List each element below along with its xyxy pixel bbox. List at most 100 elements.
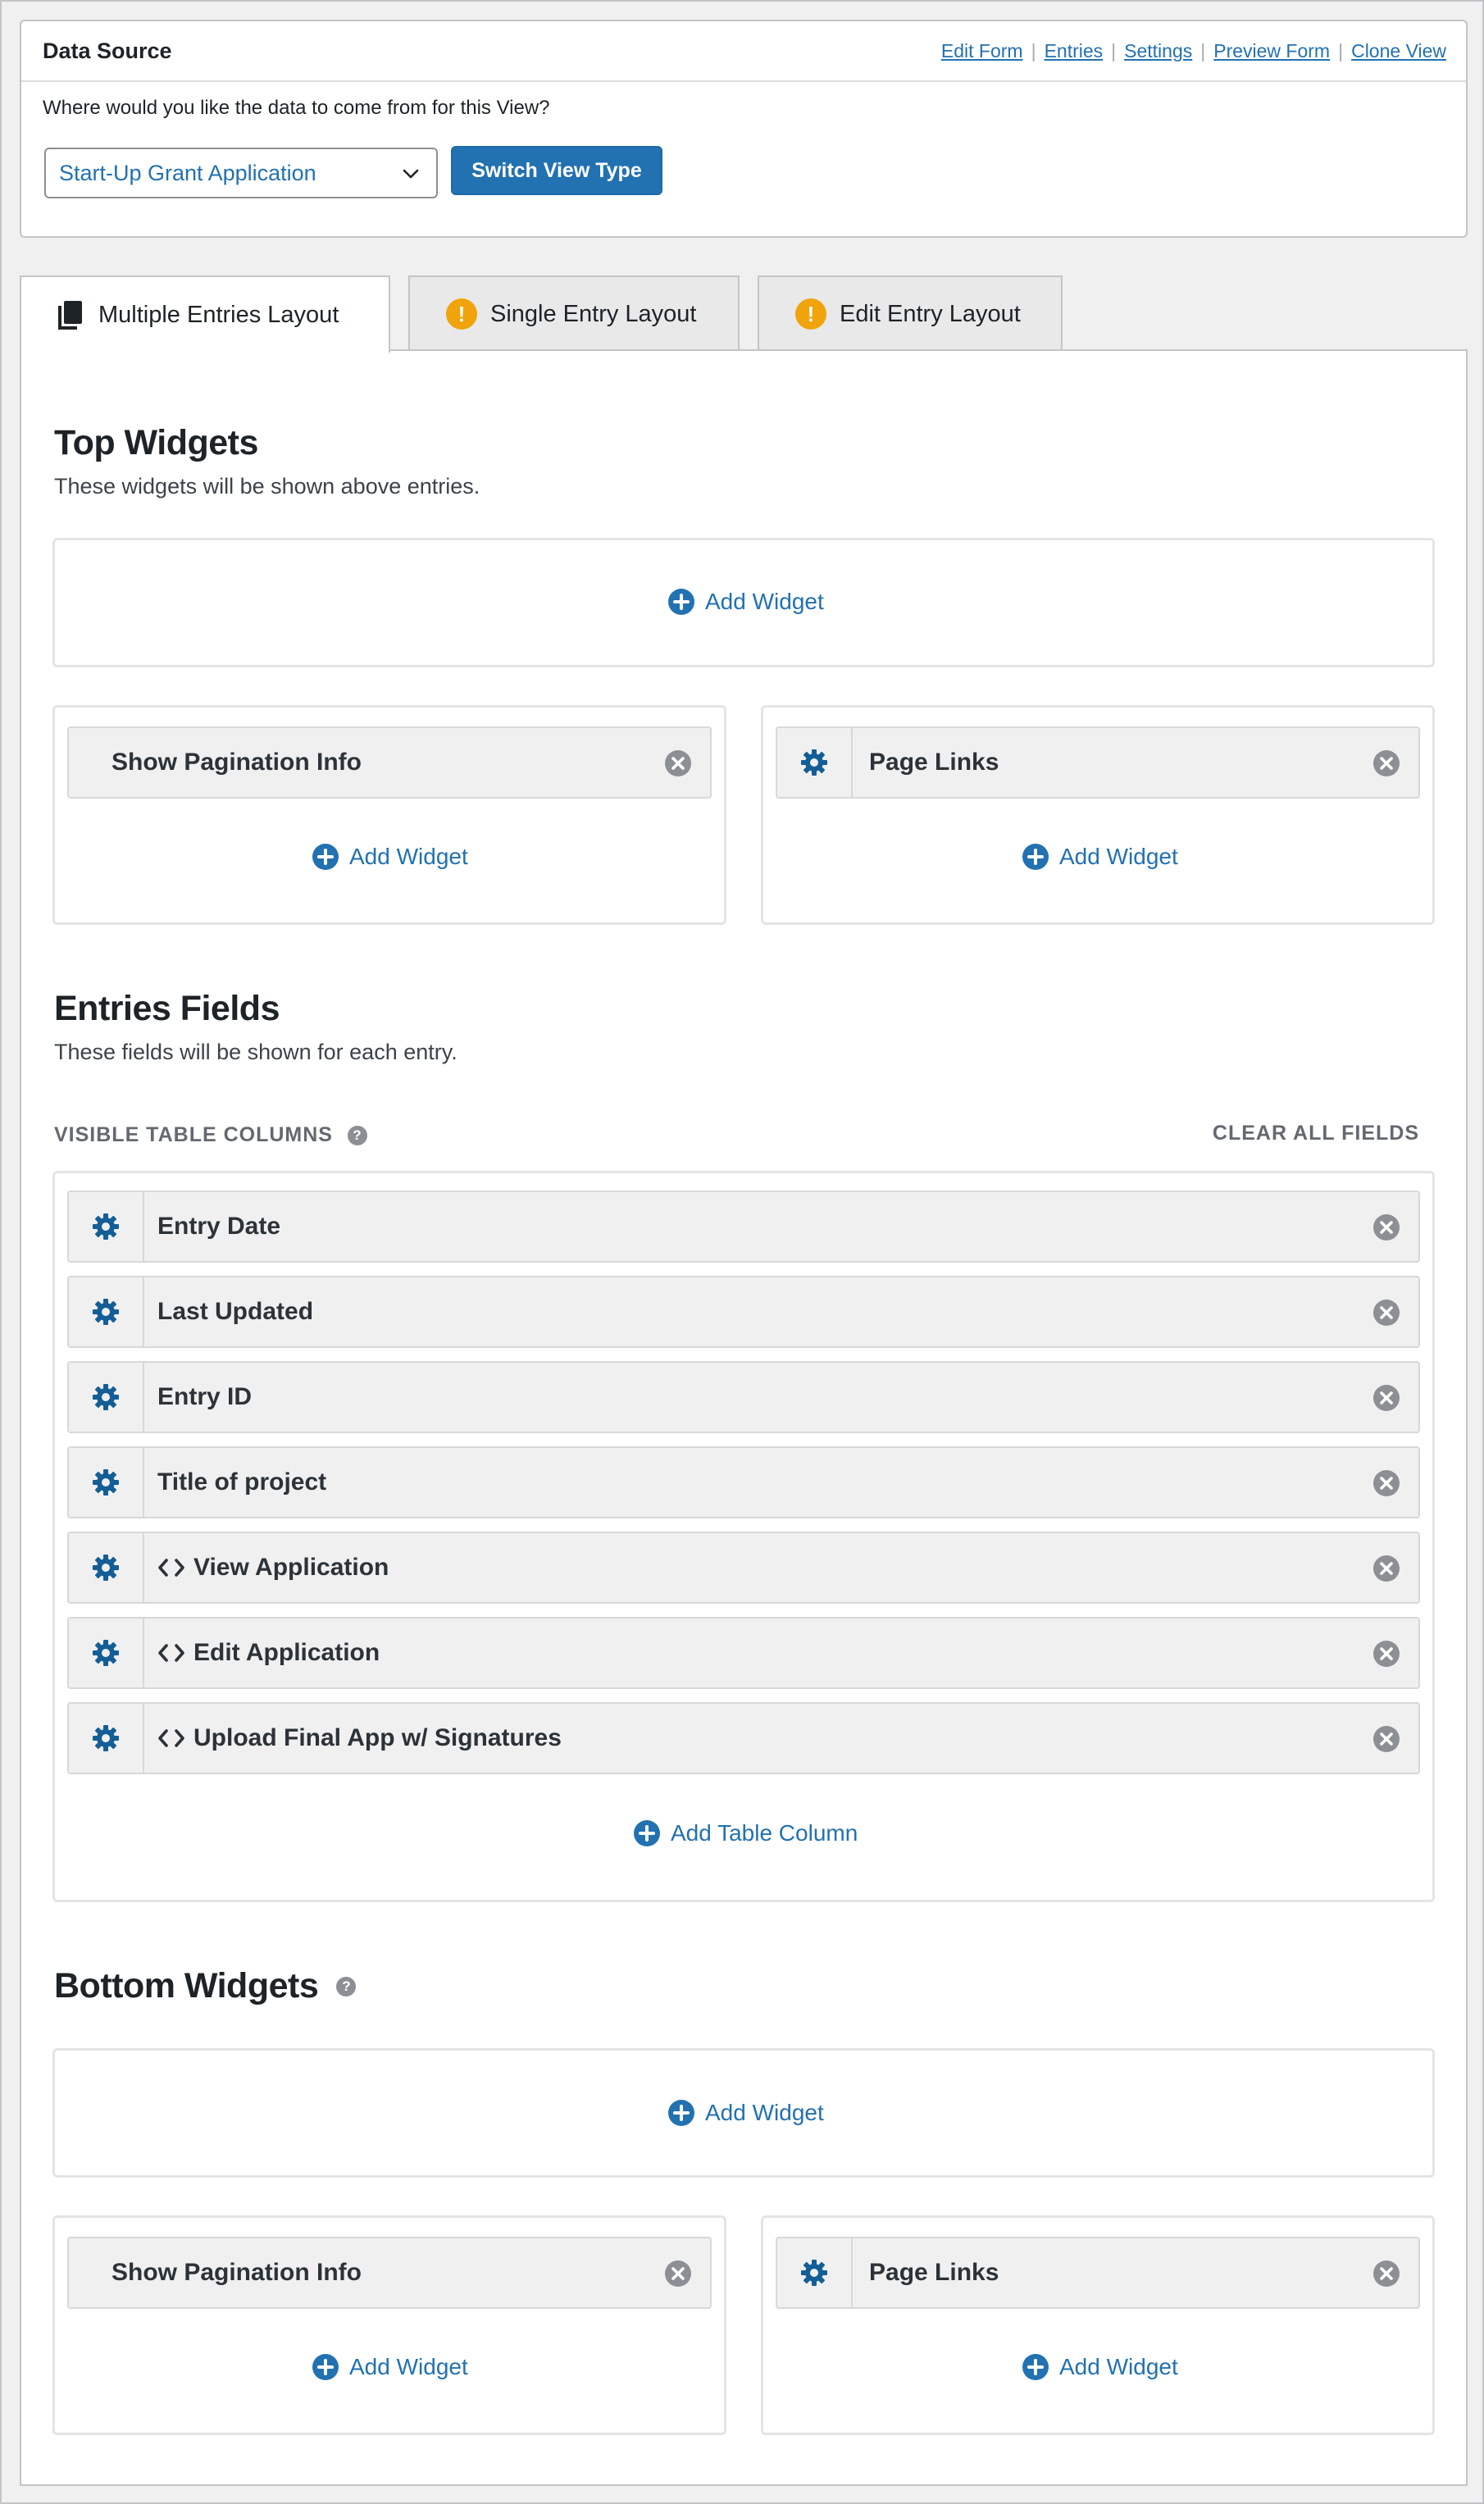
widget-show-pagination-info[interactable]: Show Pagination Info [67,726,712,799]
close-icon[interactable] [1372,1725,1400,1757]
link-separator: | [1338,39,1344,61]
field-label: Edit Application [157,1639,380,1667]
plus-circle-icon [312,2353,339,2381]
add-widget-label: Add Widget [705,589,824,614]
plus-circle-icon [1022,2353,1049,2381]
gear-icon[interactable] [777,728,853,797]
field-row[interactable]: Upload Final App w/ Signatures [67,1702,1420,1774]
plus-circle-icon [667,588,695,616]
field-label-text: Entry Date [157,1213,281,1240]
field-label: Entry ID [157,1383,252,1411]
gear-icon[interactable] [69,1704,144,1773]
plus-circle-icon [633,1819,661,1847]
field-label-text: Entry ID [157,1383,253,1410]
settings-link[interactable]: Settings [1124,40,1192,62]
tab-label: Multiple Entries Layout [98,301,339,328]
add-widget-button[interactable]: Add Widget [312,2353,468,2381]
widget-page-links[interactable]: Page Links [776,726,1420,799]
add-table-column-label: Add Table Column [671,1820,858,1846]
entries-link[interactable]: Entries [1045,40,1104,62]
field-row[interactable]: Title of project [67,1446,1420,1518]
data-source-panel: Data Source Edit Form | Entries | Settin… [20,20,1468,238]
tab-single-entry[interactable]: ! Single Entry Layout [408,275,740,351]
field-label: Title of project [157,1468,326,1496]
warning-icon: ! [446,298,477,330]
edit-form-link[interactable]: Edit Form [941,40,1023,62]
bottom-widgets-title: Bottom Widgets ? [54,1966,357,2006]
add-widget-button[interactable]: Add Widget [667,2099,824,2127]
gear-icon[interactable] [69,1192,144,1261]
add-widget-button[interactable]: Add Widget [1022,2353,1178,2381]
help-icon[interactable]: ? [336,1976,357,1996]
tab-edit-entry[interactable]: ! Edit Entry Layout [758,275,1063,351]
add-table-column-button[interactable]: Add Table Column [633,1819,858,1847]
preview-form-link[interactable]: Preview Form [1213,40,1330,62]
close-icon[interactable] [1372,1555,1400,1587]
plus-circle-icon [667,2099,695,2127]
add-widget-button[interactable]: Add Widget [1022,843,1178,871]
widget-label: Show Pagination Info [112,749,362,776]
top-widgets-title: Top Widgets [54,423,258,462]
add-widget-button[interactable]: Add Widget [667,588,824,616]
link-separator: | [1200,39,1206,61]
widget-label: Show Pagination Info [112,2259,362,2286]
field-label: Upload Final App w/ Signatures [157,1724,562,1752]
close-icon[interactable] [1372,1213,1400,1245]
gear-icon[interactable] [69,1618,144,1687]
plus-circle-icon [1022,843,1049,871]
help-icon[interactable]: ? [347,1125,367,1145]
gear-icon[interactable] [69,1277,144,1346]
field-label: Entry Date [157,1213,280,1241]
entries-fields-title: Entries Fields [54,989,280,1028]
field-label-text: View Application [193,1554,389,1581]
field-row[interactable]: View Application [67,1532,1420,1604]
plus-circle-icon [312,843,339,871]
close-icon[interactable] [1372,2260,1400,2292]
close-icon[interactable] [664,2260,692,2292]
field-row[interactable]: Edit Application [67,1617,1420,1689]
data-source-question: Where would you like the data to come fr… [43,97,550,119]
form-select-value: Start-Up Grant Application [59,160,316,185]
field-label: View Application [157,1554,389,1582]
field-row[interactable]: Last Updated [67,1276,1420,1348]
data-source-links: Edit Form | Entries | Settings | Preview… [941,40,1446,62]
close-icon[interactable] [1372,1384,1400,1416]
add-widget-label: Add Widget [349,844,468,869]
widget-show-pagination-info[interactable]: Show Pagination Info [67,2237,712,2309]
tab-label: Single Entry Layout [490,300,697,327]
close-icon[interactable] [664,749,692,781]
gear-icon[interactable] [777,2238,853,2307]
clear-all-fields-button[interactable]: CLEAR ALL FIELDS [1213,1122,1419,1145]
field-label: Last Updated [157,1298,313,1326]
close-icon[interactable] [1372,1640,1400,1672]
field-label-text: Edit Application [193,1639,380,1666]
tab-multiple-entries[interactable]: Multiple Entries Layout [20,275,390,353]
widget-page-links[interactable]: Page Links [776,2237,1420,2309]
add-widget-label: Add Widget [705,2100,824,2125]
gear-icon[interactable] [69,1448,144,1517]
entries-fields-description: These fields will be shown for each entr… [54,1040,457,1064]
form-select[interactable]: Start-Up Grant Application [44,148,438,198]
gear-icon[interactable] [69,1363,144,1432]
close-icon[interactable] [1372,1299,1400,1331]
layout-icon [57,299,85,330]
close-icon[interactable] [1372,1469,1400,1501]
data-source-header: Data Source Edit Form | Entries | Settin… [21,21,1466,82]
code-icon [157,1556,185,1579]
close-icon[interactable] [1372,749,1400,781]
add-widget-button[interactable]: Add Widget [312,843,468,871]
clone-view-link[interactable]: Clone View [1351,40,1446,62]
code-icon [157,1727,185,1750]
field-row[interactable]: Entry Date [67,1191,1420,1263]
link-separator: | [1111,39,1117,61]
add-widget-label: Add Widget [349,2354,468,2379]
switch-view-type-button[interactable]: Switch View Type [451,146,662,195]
tab-label: Edit Entry Layout [840,300,1021,327]
gear-icon[interactable] [69,1533,144,1602]
field-label-text: Upload Final App w/ Signatures [193,1724,562,1751]
field-label-text: Title of project [157,1468,327,1496]
code-icon [157,1641,185,1664]
warning-icon: ! [795,298,826,330]
add-widget-label: Add Widget [1059,844,1178,869]
field-row[interactable]: Entry ID [67,1361,1420,1433]
